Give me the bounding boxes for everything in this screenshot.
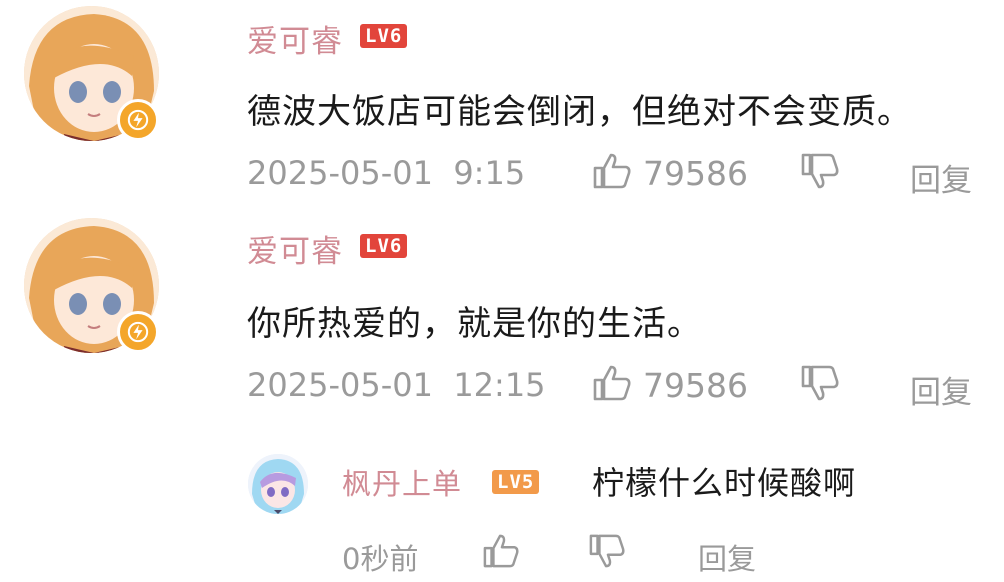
username[interactable]: 爱可睿	[247, 226, 343, 271]
thumbs-down-icon[interactable]	[588, 533, 626, 573]
thumbs-up-icon[interactable]	[482, 533, 520, 573]
lightning-badge-icon	[117, 311, 159, 353]
comment-text: 德波大饭店可能会倒闭，但绝对不会变质。	[247, 92, 912, 132]
level-badge: LV5	[492, 470, 540, 494]
comment-text: 你所热爱的，就是你的生活。	[247, 304, 702, 344]
timestamp: 2025-05-01 9:15	[247, 154, 526, 192]
reply-button[interactable]: 回复	[910, 155, 972, 200]
level-badge: LV6	[360, 234, 408, 258]
thumbs-up-icon[interactable]	[592, 152, 632, 194]
timestamp: 0秒前	[342, 542, 419, 576]
username[interactable]: 爱可睿	[247, 16, 343, 61]
reply-text: 柠檬什么时候酸啊	[592, 464, 857, 502]
level-badge: LV6	[360, 24, 408, 48]
comment-item: 爱可睿 LV6 德波大饭店可能会倒闭，但绝对不会变质。 2025-05-01 9…	[0, 0, 1004, 210]
reply-comment-item: 枫丹上单 LV5 柠檬什么时候酸啊 0秒前 回复	[0, 440, 1004, 582]
timestamp: 2025-05-01 12:15	[247, 366, 546, 404]
thumbs-down-icon[interactable]	[800, 152, 840, 194]
like-count: 79586	[643, 366, 748, 405]
reply-button[interactable]: 回复	[698, 536, 756, 578]
thumbs-down-icon[interactable]	[800, 364, 840, 406]
like-count: 79586	[643, 154, 748, 193]
comment-item: 爱可睿 LV6 你所热爱的，就是你的生活。 2025-05-01 12:15 7…	[0, 210, 1004, 430]
lightning-badge-icon	[117, 99, 159, 141]
reply-button[interactable]: 回复	[910, 367, 972, 412]
avatar[interactable]	[248, 454, 308, 514]
thumbs-up-icon[interactable]	[592, 364, 632, 406]
username[interactable]: 枫丹上单	[342, 461, 462, 503]
